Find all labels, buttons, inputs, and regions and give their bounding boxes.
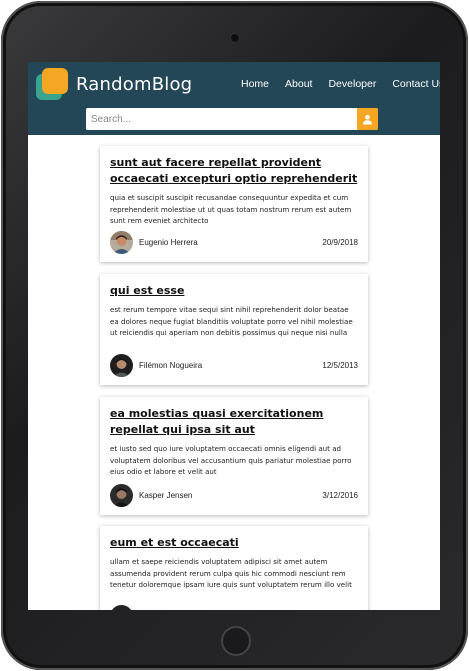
post-title[interactable]: qui est esse [110,283,358,299]
post-body: est rerum tempore vitae sequi sint nihil… [110,305,353,337]
nav-links: Home About Developer Contact Us [241,78,440,90]
nav-about[interactable]: About [285,78,312,90]
post-body: quia et suscipit suscipit recusandae con… [110,193,352,225]
post-card[interactable]: eum et est occaecati ullam et saepe reic… [100,526,368,610]
avatar [110,353,133,377]
post-body: et iusto sed quo iure voluptatem occaeca… [110,444,352,476]
post-date: 3/12/2016 [322,490,358,500]
home-button[interactable] [221,626,251,656]
post-footer [110,604,358,610]
post-title[interactable]: sunt aut facere repellat provident occae… [110,155,358,187]
avatar [110,483,133,507]
nav-home[interactable]: Home [241,78,269,90]
post-author: Kasper Jensen [139,490,193,500]
avatar [110,604,133,610]
search-input[interactable] [86,108,357,130]
post-author: Eugenio Herrera [139,237,198,247]
nav-contact-us[interactable]: Contact Us [392,78,440,90]
search-button[interactable] [357,108,378,130]
post-card[interactable]: ea molestias quasi exercitationem repell… [100,397,368,515]
navbar: RandomBlog Home About Developer Contact … [28,62,440,135]
post-card[interactable]: qui est esse est rerum tempore vitae seq… [100,274,368,385]
screen: RandomBlog Home About Developer Contact … [28,62,440,610]
user-icon [363,114,372,125]
post-body: ullam et saepe reiciendis voluptatem adi… [110,557,352,589]
post-date: 20/9/2018 [322,237,358,247]
post-footer: Kasper Jensen 3/12/2016 [110,483,358,507]
post-footer: Filémon Nogueira 12/5/2013 [110,353,358,377]
search-bar [86,108,378,130]
nav-developer[interactable]: Developer [328,78,376,90]
avatar [110,230,133,254]
post-title[interactable]: ea molestias quasi exercitationem repell… [110,406,358,438]
post-card[interactable]: sunt aut facere repellat provident occae… [100,146,368,262]
post-footer: Eugenio Herrera 20/9/2018 [110,230,358,254]
logo-icon[interactable] [36,68,70,102]
brand-name[interactable]: RandomBlog [76,74,192,95]
camera-icon [231,34,239,42]
post-date: 12/5/2013 [322,360,358,370]
post-author: Filémon Nogueira [139,360,203,370]
post-title[interactable]: eum et est occaecati [110,535,358,551]
